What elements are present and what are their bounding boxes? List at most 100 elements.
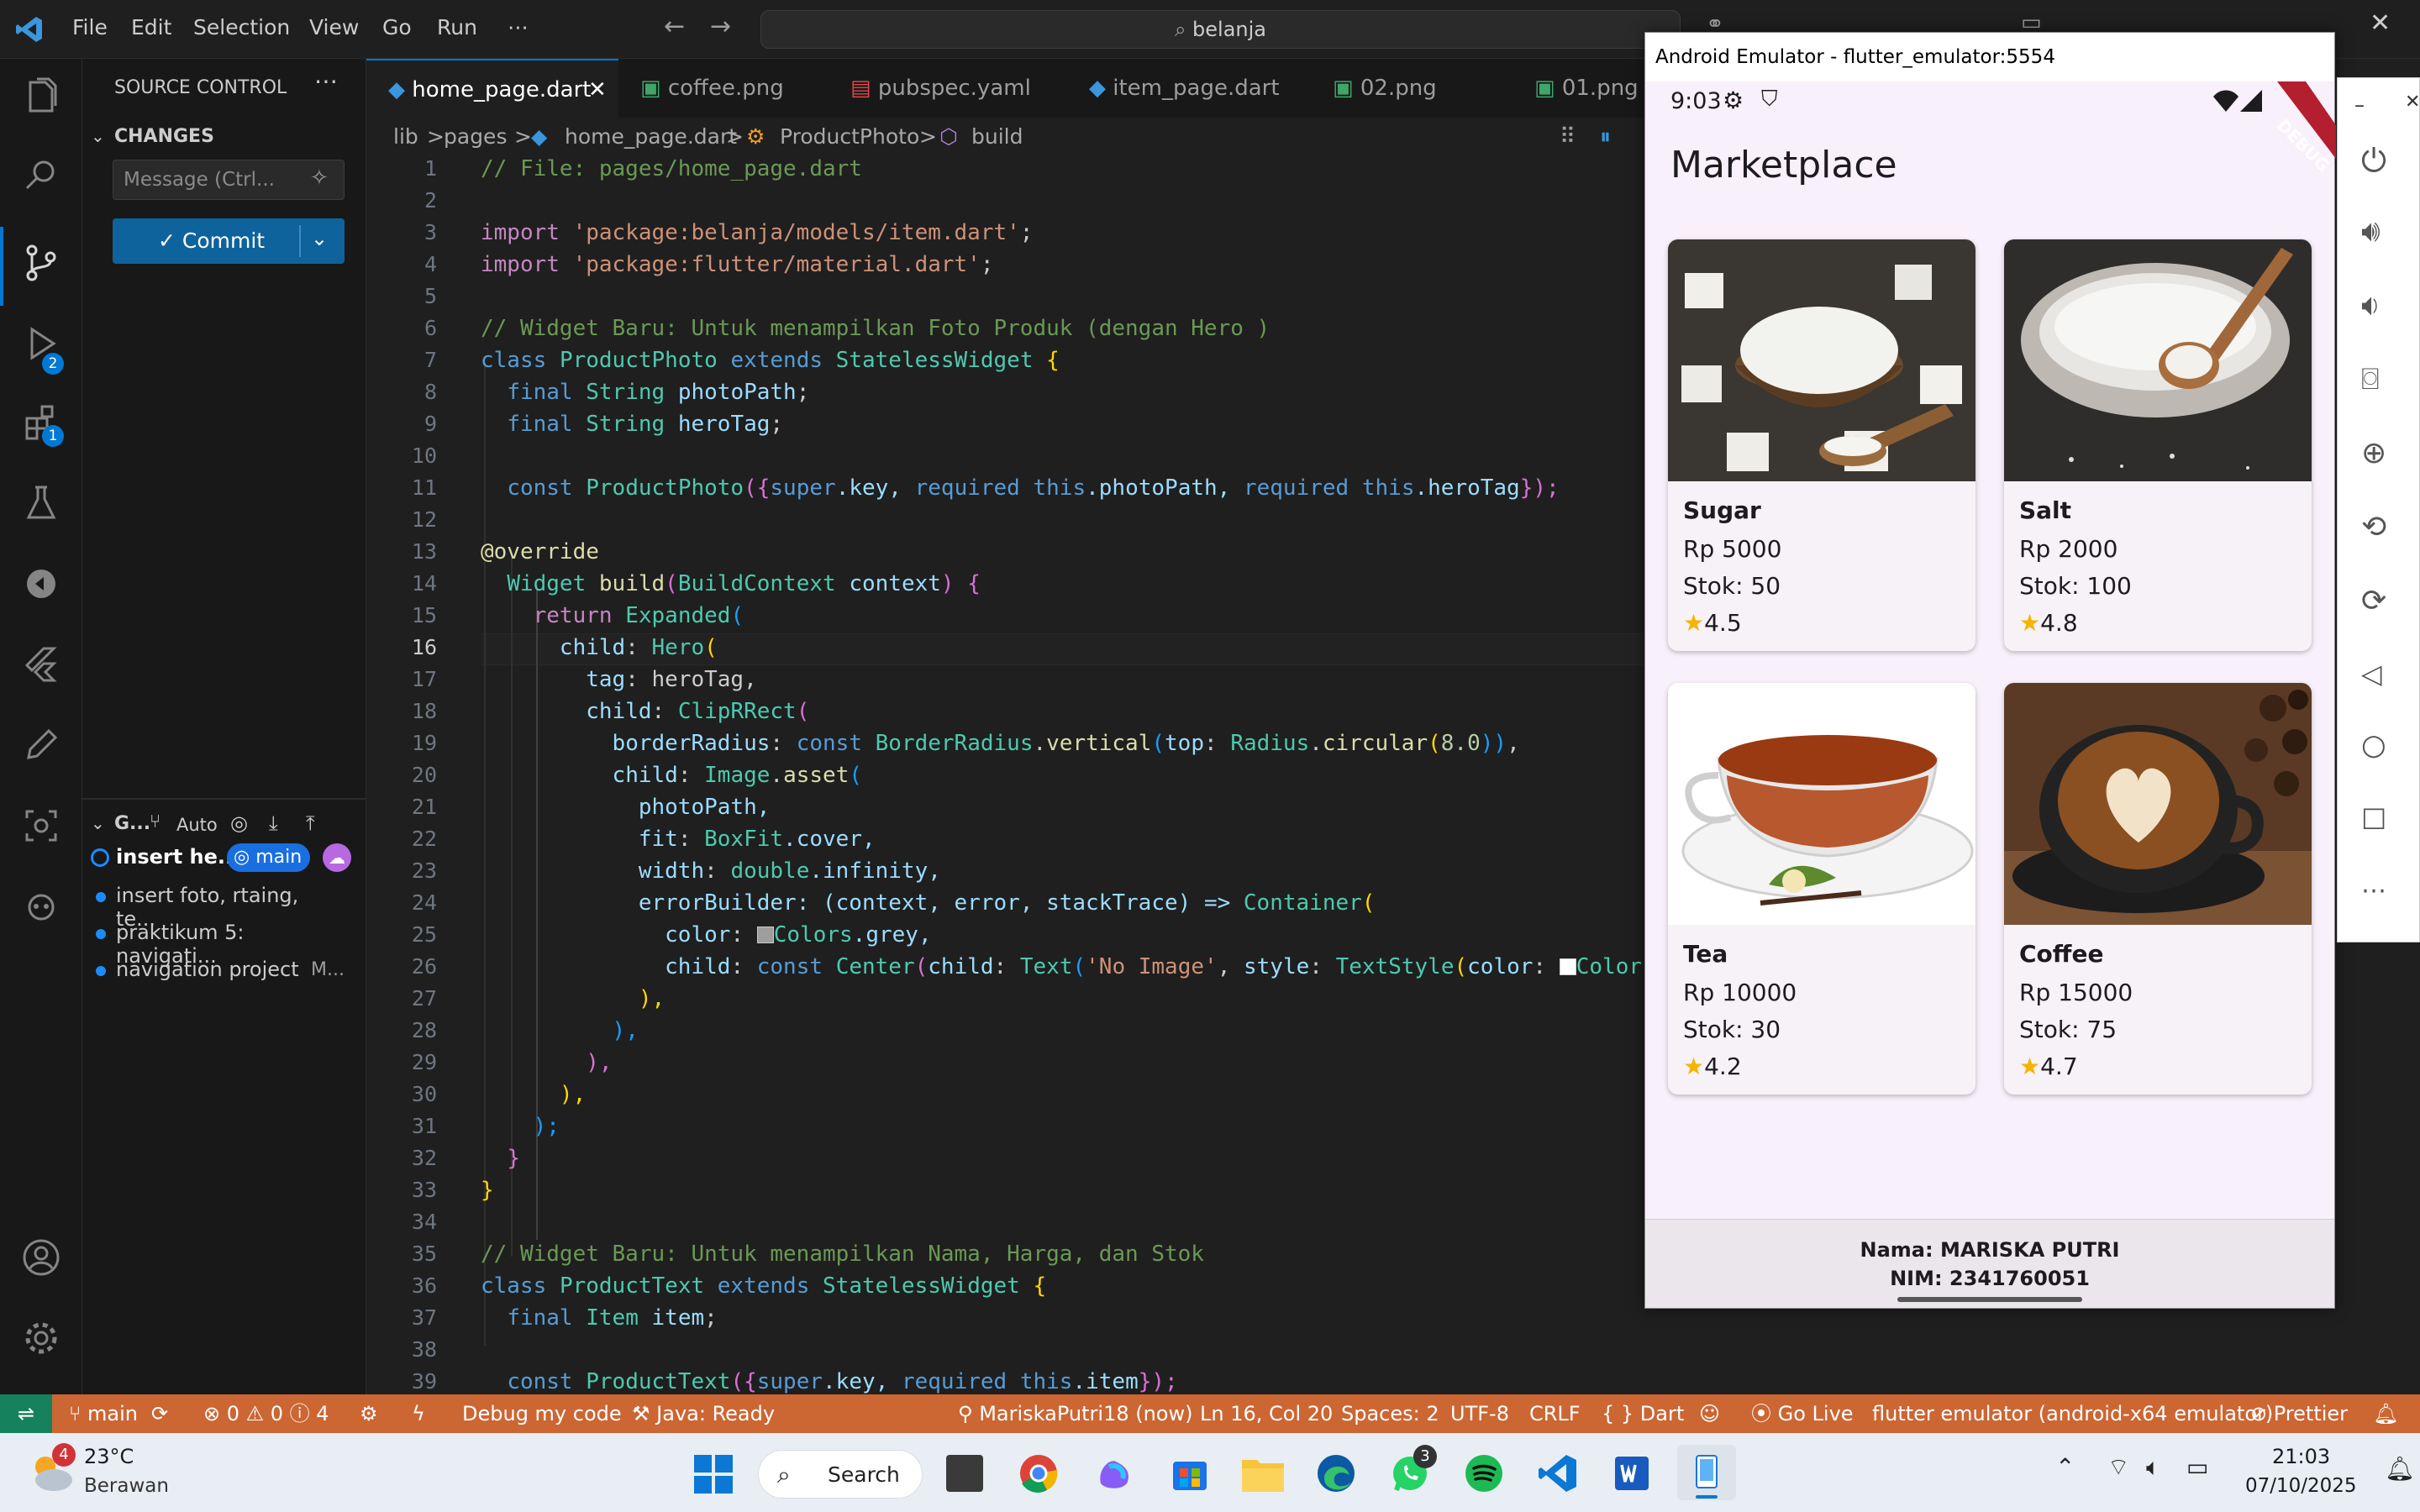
menu-run[interactable]: Run xyxy=(437,15,477,39)
speaker-icon[interactable]: 🔈︎ xyxy=(2146,1453,2160,1482)
spotify-icon[interactable] xyxy=(1464,1453,1504,1494)
problems-status[interactable]: ⊗ 0 ⚠ 0 ⓘ 4 xyxy=(203,1394,329,1433)
menu-view[interactable]: View xyxy=(309,15,359,39)
product-card-sugar[interactable]: Sugar Rp 5000 Stok: 50 ★4.5 xyxy=(1668,239,1975,651)
explorer-icon[interactable] xyxy=(18,74,64,119)
blame-status[interactable]: ⚲ MariskaPutri18 (now) xyxy=(958,1394,1192,1433)
back-icon[interactable]: ◁ xyxy=(2361,658,2398,695)
tab-01-png[interactable]: ▣ 01.png xyxy=(1512,59,1644,118)
taskbar-search[interactable]: ⌕ Search xyxy=(758,1450,923,1499)
language-mode[interactable]: { } Dart xyxy=(1602,1394,1684,1433)
battery-icon[interactable]: ▭ xyxy=(2186,1453,2208,1481)
forward-arrow-icon[interactable]: → xyxy=(710,12,731,41)
graph-header[interactable]: G... xyxy=(114,813,150,834)
commit-item[interactable]: insert he... ◎ main ☁ xyxy=(91,843,351,882)
breadcrumb-class[interactable]: ProductPhoto xyxy=(780,118,919,156)
tab-home-page-dart[interactable]: ◆ home_page.dart ✕ xyxy=(366,59,618,118)
indentation-status[interactable]: Spaces: 2 xyxy=(1341,1394,1439,1433)
power-icon[interactable]: ⏻ xyxy=(2361,142,2398,179)
code-editor[interactable]: 1 2 3 4 5 6 7 8 9 10 11 12 13 14 15 16 1… xyxy=(366,156,1644,1394)
vscode-app-icon[interactable] xyxy=(1538,1453,1578,1494)
graph-auto-label[interactable]: Auto xyxy=(176,815,218,835)
target-icon[interactable]: ◎ xyxy=(230,811,248,835)
chevron-down-icon[interactable]: ⌄ xyxy=(91,126,105,146)
windows-start-icon[interactable] xyxy=(694,1455,733,1494)
word-icon[interactable] xyxy=(1612,1453,1652,1494)
notification-bell-icon[interactable]: 🔔︎ xyxy=(2385,1455,2415,1483)
scan-icon[interactable] xyxy=(18,803,64,848)
rotate-right-icon[interactable]: ⟳ xyxy=(2361,584,2398,621)
window-close-icon[interactable]: ✕ xyxy=(2370,8,2391,38)
copilot-status-icon[interactable]: ☺ xyxy=(1699,1394,1720,1433)
debug-status[interactable]: Debug my code xyxy=(462,1394,622,1433)
breadcrumb-file[interactable]: home_page.dart xyxy=(565,118,737,156)
branch-status[interactable]: ⑂ main xyxy=(69,1394,138,1433)
menu-selection[interactable]: Selection xyxy=(193,15,290,39)
go-live-status[interactable]: ⦿ Go Live xyxy=(1751,1394,1854,1433)
edit-pen-icon[interactable] xyxy=(18,722,64,768)
volume-up-icon[interactable]: 🔊︎ xyxy=(2361,214,2398,251)
commit-item[interactable]: praktikum 5: navigati... xyxy=(91,921,343,968)
clock-date[interactable]: 07/10/2025 xyxy=(2245,1475,2357,1497)
commit-item[interactable]: insert foto, rtaing, te... xyxy=(91,884,343,931)
command-center-search[interactable]: ⌕ belanja xyxy=(760,10,1681,49)
gesture-bar[interactable] xyxy=(1897,1297,2082,1302)
changes-header[interactable]: CHANGES xyxy=(114,126,214,147)
device-status[interactable]: flutter emulator (android-x64 emulator) xyxy=(1872,1394,2273,1433)
copilot-chat-icon[interactable] xyxy=(18,884,64,929)
java-status[interactable]: ⚒ Java: Ready xyxy=(632,1394,775,1433)
rotate-left-icon[interactable]: ⟲ xyxy=(2361,510,2398,547)
emulator-title-bar[interactable]: Android Emulator - flutter_emulator:5554 xyxy=(1645,33,2334,81)
pause-icon[interactable]: ⏸ xyxy=(1600,118,1611,156)
chrome-icon[interactable] xyxy=(1018,1453,1059,1494)
close-icon[interactable]: ✕ xyxy=(2405,92,2420,113)
edge-icon[interactable] xyxy=(1316,1453,1356,1494)
drag-handle-icon[interactable]: ⠿ xyxy=(1560,118,1576,156)
minimize-icon[interactable]: – xyxy=(2354,93,2365,117)
graph-chevron-icon[interactable]: ⌄ xyxy=(91,813,105,833)
task-view-icon[interactable] xyxy=(946,1455,983,1492)
tab-coffee-png[interactable]: ▣ coffee.png xyxy=(618,59,829,118)
microsoft-store-icon[interactable] xyxy=(1170,1453,1210,1494)
cursor-position[interactable]: Ln 16, Col 20 xyxy=(1200,1394,1333,1433)
search-icon[interactable] xyxy=(18,153,64,198)
commit-button[interactable]: ✓ Commit ⌄ xyxy=(113,218,345,264)
emulator-taskbar-item[interactable] xyxy=(1677,1445,1736,1500)
clock-time[interactable]: 21:03 xyxy=(2272,1445,2330,1468)
debug-run-icon[interactable]: ⚙ xyxy=(360,1394,378,1433)
product-card-tea[interactable]: Tea Rp 10000 Stok: 30 ★4.2 xyxy=(1668,683,1975,1095)
flash-icon[interactable]: ϟ xyxy=(412,1394,425,1433)
file-explorer-icon[interactable] xyxy=(1242,1455,1284,1492)
home-icon[interactable]: ○ xyxy=(2361,728,2398,765)
tab-close-icon[interactable]: ✕ xyxy=(588,60,607,119)
overview-icon[interactable]: □ xyxy=(2361,801,2398,837)
sparkle-icon[interactable]: ✧ xyxy=(310,165,329,191)
eol-status[interactable]: CRLF xyxy=(1529,1394,1581,1433)
camera-icon[interactable]: ⌼ xyxy=(2361,362,2398,399)
prettier-status[interactable]: ⊘ Prettier xyxy=(2250,1394,2348,1433)
remote-indicator[interactable]: ⇌ xyxy=(0,1394,52,1433)
testing-icon[interactable] xyxy=(18,480,64,526)
back-arrow-icon[interactable]: ← xyxy=(664,12,685,41)
zoom-icon[interactable]: ⊕ xyxy=(2361,436,2398,473)
settings-gear-icon[interactable] xyxy=(18,1315,64,1361)
pull-icon[interactable]: ⤒ xyxy=(306,811,315,835)
remote-explorer-icon[interactable] xyxy=(18,561,64,606)
product-card-salt[interactable]: Salt Rp 2000 Stok: 100 ★4.8 xyxy=(2004,239,2312,651)
encoding-status[interactable]: UTF-8 xyxy=(1450,1394,1509,1433)
commit-dropdown-chevron-icon[interactable]: ⌄ xyxy=(311,227,328,250)
sync-icon[interactable]: ⟳ xyxy=(151,1394,168,1433)
volume-down-icon[interactable]: 🔉︎ xyxy=(2361,288,2398,325)
copilot-app-icon[interactable] xyxy=(1094,1453,1134,1494)
commit-item[interactable]: navigation project M... xyxy=(91,958,345,993)
more-options-icon[interactable]: ⋯ xyxy=(2361,876,2398,913)
menu-more[interactable]: ⋯ xyxy=(508,15,529,39)
accounts-icon[interactable] xyxy=(18,1235,64,1280)
wifi-icon[interactable]: ⌔ xyxy=(2107,1453,2129,1483)
source-control-icon[interactable] xyxy=(18,240,64,286)
product-card-coffee[interactable]: Coffee Rp 15000 Stok: 75 ★4.7 xyxy=(2004,683,2312,1095)
menu-file[interactable]: File xyxy=(72,15,108,39)
sidebar-more-icon[interactable]: ⋯ xyxy=(314,67,338,95)
fetch-icon[interactable]: ⤓ xyxy=(269,811,278,835)
notifications-icon[interactable]: 🔔︎ xyxy=(2373,1394,2398,1433)
